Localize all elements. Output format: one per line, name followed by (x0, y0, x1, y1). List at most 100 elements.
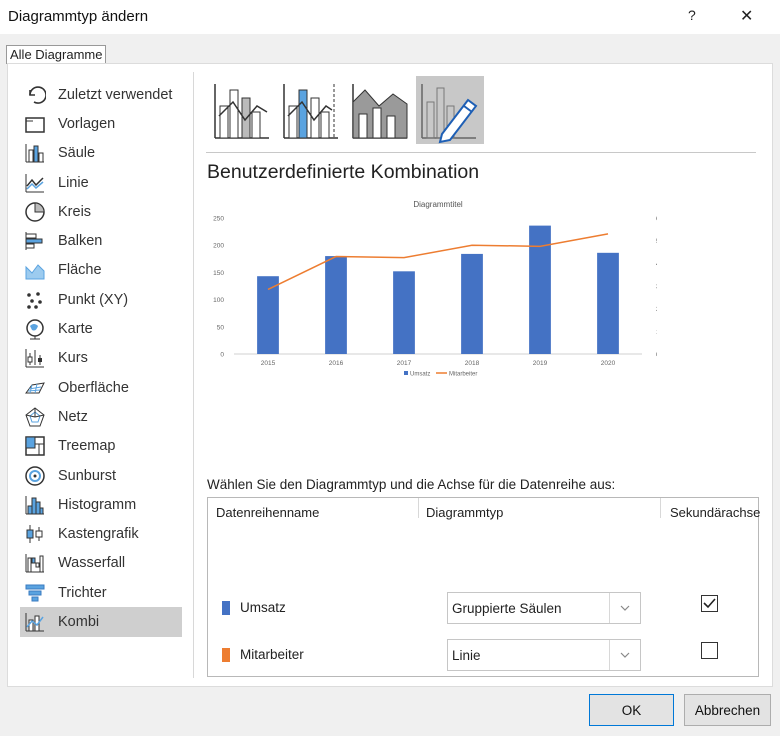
map-chart-icon (26, 319, 44, 340)
legend-label-mitarbeiter: Mitarbeiter (449, 372, 477, 378)
y-tick-label: 0 (220, 352, 224, 359)
x-tick-label: 2016 (329, 360, 344, 367)
chart-type-value: Gruppierte Säulen (452, 601, 562, 616)
subtype-stacked-area-column[interactable] (347, 76, 415, 144)
chart-type-select[interactable]: Gruppierte Säulen (447, 592, 641, 624)
y2-tick-label: 100000 (656, 329, 657, 336)
column-chart-icon (25, 144, 44, 163)
clustered-column-line-icon (214, 84, 269, 139)
sidebar-item-trichter[interactable]: Trichter (20, 578, 182, 607)
y-tick-label: 50 (217, 324, 225, 331)
ok-button[interactable]: OK (589, 694, 674, 726)
sidebar-item-label: Kurs (58, 350, 88, 367)
chevron-down-icon (620, 652, 630, 658)
chart-title: Diagrammtitel (413, 200, 463, 209)
chart-type-select[interactable]: Linie (447, 639, 641, 671)
series-name: Umsatz (240, 600, 286, 615)
sidebar-item-sunburst[interactable]: Sunburst (20, 461, 182, 490)
line-chart-icon (25, 173, 44, 193)
sidebar-item-kurs[interactable]: Kurs (20, 344, 182, 373)
dropdown-arrow[interactable] (609, 593, 640, 623)
y2-tick-label: 0 (656, 352, 657, 359)
help-button[interactable]: ? (688, 7, 696, 23)
y2-tick-label: 300000 (656, 284, 657, 291)
sidebar-item-wasserfall[interactable]: Wasserfall (20, 549, 182, 578)
sidebar-item-label: Vorlagen (58, 115, 116, 132)
dialog-title: Diagrammtyp ändern (8, 8, 149, 25)
sidebar-item-karte[interactable]: Karte (20, 314, 182, 343)
series-color-swatch (222, 648, 230, 662)
radar-chart-icon (25, 407, 45, 427)
separator (206, 152, 756, 153)
y2-tick-label: 500000 (656, 238, 657, 245)
bar-chart-icon (25, 232, 43, 251)
sidebar-item-netz[interactable]: Netz (20, 402, 182, 431)
combo-chart-icon (25, 612, 44, 632)
series-name: Mitarbeiter (240, 647, 304, 662)
sidebar-item-linie[interactable]: Linie (20, 168, 182, 197)
sidebar-item-kastengrafik[interactable]: Kastengrafik (20, 519, 182, 548)
waterfall-icon (25, 554, 44, 573)
divider (193, 72, 194, 678)
bar-umsatz (393, 271, 415, 354)
funnel-icon (25, 584, 45, 602)
sidebar-item-label: Balken (58, 233, 103, 250)
dropdown-arrow[interactable] (609, 640, 640, 670)
cancel-button[interactable]: Abbrechen (684, 694, 771, 726)
subtype-clustered-column-line[interactable] (209, 76, 277, 144)
sidebar-item-label: Histogramm (58, 496, 137, 513)
sidebar-item-label: Kastengrafik (58, 526, 139, 543)
bar-umsatz (325, 256, 347, 354)
sidebar-item-label: Kreis (58, 203, 92, 220)
area-chart-icon (25, 264, 45, 280)
y2-tick-label: 400000 (656, 261, 657, 268)
chart-type-value: Linie (452, 648, 481, 663)
histogram-icon (25, 495, 44, 515)
col-separator (660, 498, 661, 518)
sidebar-item-vorlagen[interactable]: Vorlagen (20, 109, 182, 138)
secondary-axis-checkbox[interactable] (701, 595, 718, 612)
y-tick-label: 100 (213, 297, 224, 304)
chart-preview: Diagrammtitel 0 50 100 150 200 250 0 100000 20000… (213, 200, 657, 378)
y-tick-label: 200 (213, 243, 224, 250)
legend-swatch-umsatz (404, 371, 408, 375)
sidebar-item-balken[interactable]: Balken (20, 226, 182, 255)
series-row-umsatz: Umsatz Gruppierte Säulen (208, 588, 758, 628)
surface-chart-icon (25, 381, 45, 394)
sidebar-item-oberfläche[interactable]: Oberfläche (20, 373, 182, 402)
sidebar-item-fläche[interactable]: Fläche (20, 256, 182, 285)
sidebar-item-kombi[interactable]: Kombi (20, 607, 182, 637)
sidebar-item-label: Linie (58, 174, 89, 191)
stock-chart-icon (25, 349, 44, 368)
title-bar: Diagrammtyp ändern ? ✕ (0, 0, 780, 34)
y2-tick-label: 200000 (656, 306, 657, 313)
col-header-name: Datenreihenname (216, 505, 320, 520)
x-tick-label: 2020 (601, 360, 616, 367)
secondary-axis-checkbox[interactable] (701, 642, 718, 659)
sidebar-item-säule[interactable]: Säule (20, 139, 182, 168)
sidebar-item-histogramm[interactable]: Histogramm (20, 490, 182, 519)
stacked-area-column-icon (352, 84, 408, 139)
sidebar-item-treemap[interactable]: Treemap (20, 432, 182, 461)
folder-icon (25, 117, 45, 133)
line-mitarbeiter (267, 233, 609, 291)
close-button[interactable]: ✕ (740, 6, 753, 26)
col-header-type: Diagrammtyp (426, 505, 504, 520)
subtype-clustered-column-line-secondary[interactable] (278, 76, 346, 144)
bar-umsatz (461, 253, 483, 354)
section-heading: Benutzerdefinierte Kombination (207, 161, 480, 183)
x-tick-label: 2018 (465, 360, 480, 367)
sidebar-item-zuletzt-verwendet[interactable]: Zuletzt verwendet (20, 80, 182, 109)
sidebar-item-kreis[interactable]: Kreis (20, 197, 182, 226)
subtype-custom-combination[interactable] (416, 76, 484, 144)
y2-tick-label: 600000 (656, 216, 657, 223)
sunburst-icon (25, 465, 45, 486)
sidebar-item-punkt-xy[interactable]: Punkt (XY) (20, 285, 182, 314)
sidebar-item-label: Säule (58, 145, 96, 162)
sidebar-item-label: Sunburst (58, 467, 117, 484)
scatter-chart-icon (27, 291, 42, 309)
sidebar-item-label: Trichter (58, 584, 107, 601)
tab-all-charts[interactable]: Alle Diagramme (6, 45, 107, 64)
sidebar-item-label: Treemap (58, 438, 116, 455)
pie-chart-icon (25, 202, 45, 222)
